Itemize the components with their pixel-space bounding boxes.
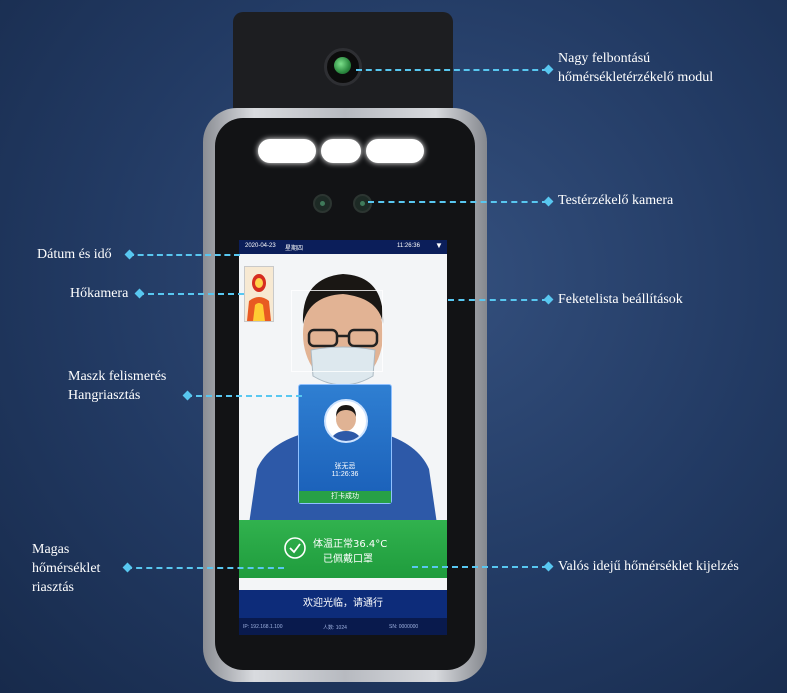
callout-dot-datetime bbox=[124, 249, 135, 260]
info-middle: 人数: 1024 bbox=[323, 625, 347, 631]
label-thermal-camera: Hőkamera bbox=[70, 286, 129, 301]
recognition-card: 张无忌 11:26:36 打卡成功 bbox=[298, 384, 392, 504]
face-detection-box bbox=[291, 290, 383, 372]
callout-dot-blacklist bbox=[543, 294, 554, 305]
infographic: 2020-04-23 星期四 11:26:36 ▼ 张无忌 11:26:36 打… bbox=[0, 0, 787, 693]
info-left: IP: 192.168.1.100 bbox=[243, 624, 283, 630]
fill-light-right bbox=[366, 139, 424, 163]
screen-clock: 11:26:36 bbox=[397, 243, 420, 249]
callout-dot-realtime bbox=[543, 561, 554, 572]
lens-core bbox=[334, 57, 351, 74]
label-high-temp-alarm: Magas hőmérséklet riasztás bbox=[32, 542, 101, 595]
body-camera-right bbox=[353, 194, 372, 213]
fill-light-center bbox=[321, 139, 361, 163]
temperature-status-band: 体温正常36.4°C 已佩戴口罩 bbox=[239, 520, 447, 578]
callout-line-mask bbox=[186, 395, 302, 397]
label-blacklist: Feketelista beállítások bbox=[558, 292, 683, 307]
label-body-camera: Testérzékelő kamera bbox=[558, 193, 674, 208]
screen-weekday: 星期四 bbox=[285, 246, 304, 252]
callout-line-alarm bbox=[126, 567, 284, 569]
callout-dot-alarm bbox=[122, 562, 133, 573]
callout-line-thermal bbox=[138, 293, 244, 295]
device-screen: 2020-04-23 星期四 11:26:36 ▼ 张无忌 11:26:36 打… bbox=[239, 240, 447, 635]
screen-date: 2020-04-23 bbox=[245, 243, 276, 249]
body-camera-left bbox=[313, 194, 332, 213]
callout-line-camera bbox=[368, 201, 548, 203]
info-right: SN: 0000000 bbox=[389, 624, 419, 630]
callout-dot-camera bbox=[543, 196, 554, 207]
callout-dot-sensor bbox=[543, 64, 554, 75]
callout-line-sensor bbox=[356, 69, 548, 71]
card-status: 打卡成功 bbox=[299, 491, 391, 503]
thermal-thumbnail bbox=[244, 266, 274, 322]
mask-status-text: 已佩戴口罩 bbox=[323, 554, 373, 565]
callout-dot-thermal bbox=[134, 288, 145, 299]
card-name: 张无忌 bbox=[334, 463, 356, 470]
welcome-banner: 欢迎光临，请通行 bbox=[239, 590, 447, 618]
card-avatar bbox=[324, 399, 368, 443]
screen-info-bar: IP: 192.168.1.100 人数: 1024 SN: 0000000 bbox=[239, 618, 447, 635]
welcome-text: 欢迎光临，请通行 bbox=[303, 598, 383, 609]
card-time: 11:26:36 bbox=[331, 471, 359, 478]
fill-light-left bbox=[258, 139, 316, 163]
label-datetime: Dátum és idő bbox=[37, 247, 112, 262]
screen-status-bar: 2020-04-23 星期四 11:26:36 ▼ bbox=[239, 240, 447, 254]
temperature-text: 体温正常36.4°C bbox=[313, 539, 388, 550]
callout-line-datetime bbox=[128, 254, 240, 256]
wifi-icon: ▼ bbox=[435, 241, 443, 250]
label-mask-voice: Maszk felismerés Hangriasztás bbox=[68, 369, 167, 403]
label-sensor-module: Nagy felbontású hőmérsékletérzékelő modu… bbox=[558, 51, 714, 85]
callout-line-blacklist bbox=[448, 299, 548, 301]
callout-line-realtime bbox=[412, 566, 548, 568]
label-realtime-temp: Valós idejű hőmérséklet kijelzés bbox=[558, 559, 739, 574]
callout-dot-mask bbox=[182, 390, 193, 401]
check-circle-icon bbox=[284, 537, 306, 559]
